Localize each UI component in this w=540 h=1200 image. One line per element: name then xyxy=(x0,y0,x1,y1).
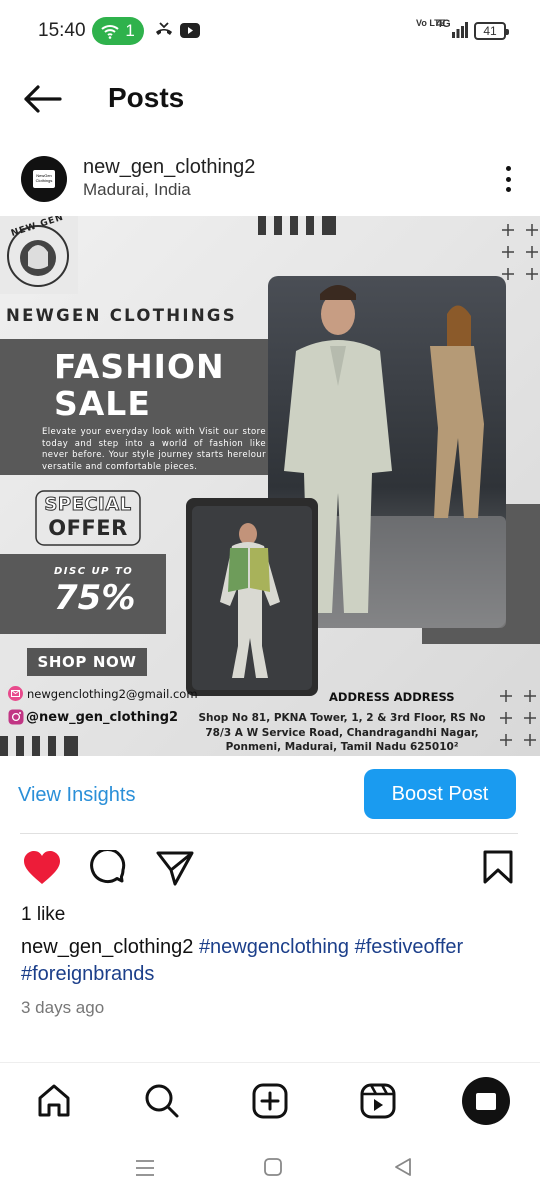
view-insights-link[interactable]: View Insights xyxy=(18,784,135,807)
avatar-label: NewGen Clothings xyxy=(33,170,55,188)
discount-label: DISC UP TO xyxy=(54,566,134,577)
heart-icon xyxy=(24,851,60,884)
post-header: NewGen Clothings new_gen_clothing2 Madur… xyxy=(0,148,540,212)
instagram-icon xyxy=(8,709,24,725)
mail-icon xyxy=(8,686,23,701)
share-button[interactable] xyxy=(156,850,194,891)
boost-post-button[interactable]: Boost Post xyxy=(364,769,516,819)
wifi-icon xyxy=(101,25,119,39)
divider xyxy=(20,833,518,834)
headline-line2: SALE xyxy=(54,384,151,423)
nav-reels[interactable] xyxy=(358,1081,398,1121)
post-location[interactable]: Madurai, India xyxy=(83,180,191,200)
special-label: SPECIAL xyxy=(44,494,132,516)
more-options-button[interactable] xyxy=(494,162,522,196)
offer-label: OFFER xyxy=(48,516,128,540)
signal-icon xyxy=(452,22,468,38)
missed-call-icon xyxy=(156,22,172,35)
top-header: Posts xyxy=(0,64,540,132)
headline: FASHION SALE xyxy=(54,348,225,422)
comment-button[interactable] xyxy=(89,848,127,893)
likes-count[interactable]: 1 like xyxy=(21,904,65,926)
address-text: Shop No 81, PKNA Tower, 1, 2 & 3rd Floor… xyxy=(198,712,486,753)
recents-button[interactable] xyxy=(134,1158,156,1183)
instagram-line: @new_gen_clothing2 xyxy=(8,709,178,725)
battery-indicator: 41 xyxy=(474,22,509,40)
status-bar: 15:40 1 Vo LTE 4G 41 xyxy=(0,0,540,64)
dot-icon xyxy=(505,176,511,182)
caption-username[interactable]: new_gen_clothing2 xyxy=(21,936,193,958)
post-timestamp: 3 days ago xyxy=(21,998,105,1017)
bottom-nav xyxy=(0,1062,540,1138)
brand-name: NEWGEN CLOTHINGS xyxy=(6,306,237,325)
hotspot-badge: 1 xyxy=(92,17,144,45)
email-line: newgenclothing2@gmail.com xyxy=(8,686,198,701)
arrow-left-icon xyxy=(24,85,62,113)
like-button[interactable] xyxy=(22,850,62,891)
back-system-button[interactable] xyxy=(392,1156,414,1183)
post-image[interactable]: NEW GEN NEWGEN CLOTHINGS FASHION SALE El… xyxy=(0,216,540,756)
triangle-back-icon xyxy=(395,1158,411,1176)
comment-icon xyxy=(90,848,126,884)
dot-icon xyxy=(505,166,511,171)
status-time: 15:40 xyxy=(38,20,86,41)
page-title: Posts xyxy=(108,82,185,113)
contact-instagram: @new_gen_clothing2 xyxy=(26,709,179,725)
post-caption: new_gen_clothing2 #newgenclothing #festi… xyxy=(21,934,521,988)
add-post-icon xyxy=(252,1083,288,1119)
send-icon xyxy=(156,851,194,886)
nav-profile[interactable] xyxy=(462,1077,510,1125)
hashtag[interactable]: #festiveoffer xyxy=(355,936,464,958)
post-username[interactable]: new_gen_clothing2 xyxy=(83,156,255,179)
hotspot-count: 1 xyxy=(125,21,135,40)
nav-search[interactable] xyxy=(142,1081,182,1121)
promo-body-text: Elevate your everyday look with Visit ou… xyxy=(42,427,266,472)
menu-icon xyxy=(136,1160,154,1176)
search-icon xyxy=(145,1084,179,1118)
discount-value: 75% xyxy=(54,578,136,618)
post-action-bar xyxy=(0,848,540,892)
system-nav-bar xyxy=(0,1140,540,1200)
nav-home[interactable] xyxy=(34,1081,74,1121)
dot-icon xyxy=(505,187,511,192)
headline-line1: FASHION xyxy=(54,347,225,386)
contact-email: newgenclothing2@gmail.com xyxy=(27,686,198,701)
hashtag[interactable]: #newgenclothing xyxy=(199,936,349,958)
home-icon xyxy=(38,1084,70,1117)
network-type: 4G xyxy=(436,18,451,30)
hashtag[interactable]: #foreignbrands xyxy=(21,963,154,985)
nav-create[interactable] xyxy=(250,1081,290,1121)
bookmark-icon xyxy=(483,850,513,884)
youtube-icon xyxy=(180,23,200,38)
home-system-button[interactable] xyxy=(262,1156,284,1183)
shop-now-button: SHOP NOW xyxy=(27,648,147,676)
back-button[interactable] xyxy=(22,84,62,114)
square-icon xyxy=(264,1158,282,1176)
address-title: ADDRESS ADDRESS xyxy=(329,690,455,704)
profile-avatar-icon xyxy=(476,1092,496,1110)
avatar[interactable]: NewGen Clothings xyxy=(21,156,67,202)
reels-icon xyxy=(360,1083,396,1119)
save-button[interactable] xyxy=(482,850,514,889)
